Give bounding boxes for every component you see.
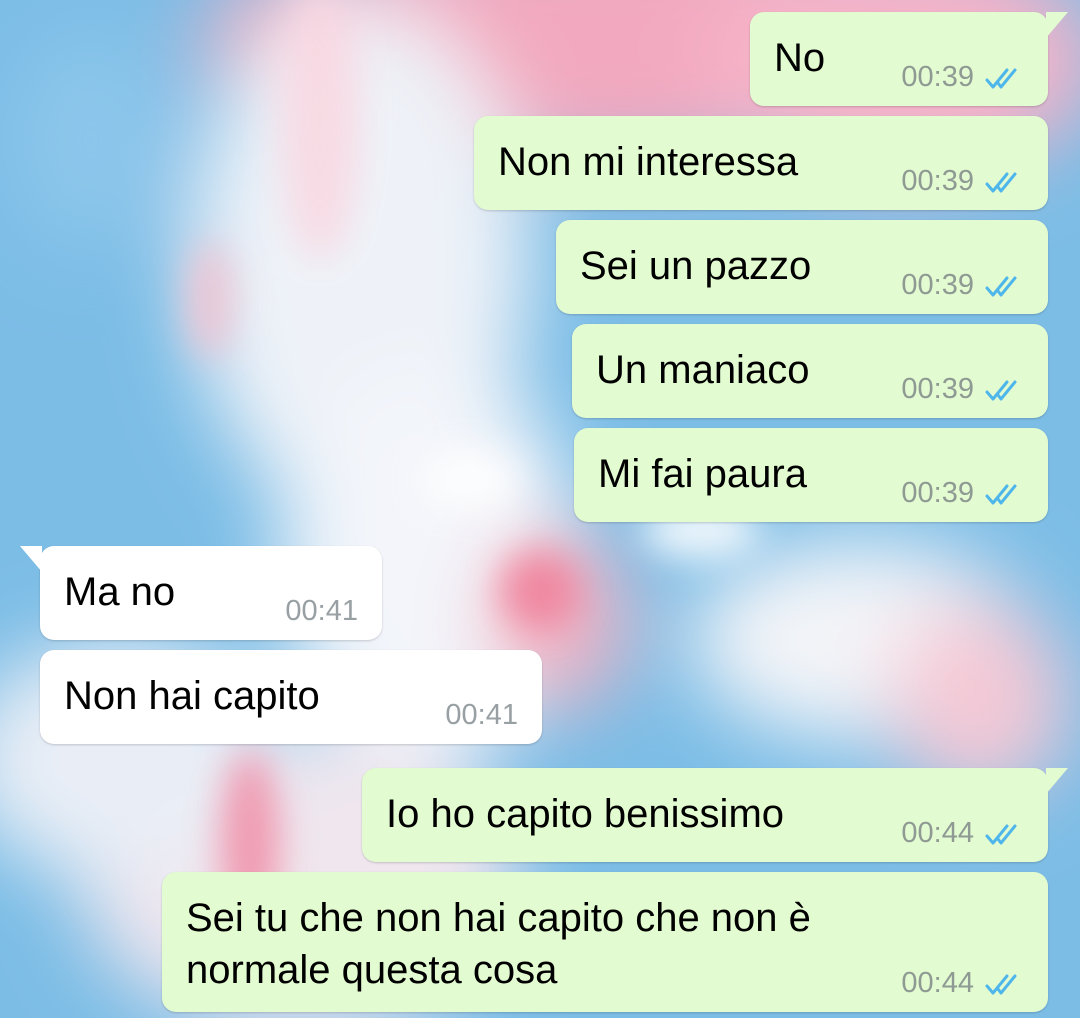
double-check-icon bbox=[985, 484, 1017, 504]
message-text: Io ho capito benissimo bbox=[386, 792, 785, 836]
message-timestamp: 00:39 bbox=[901, 61, 974, 93]
message-meta: 00:39 bbox=[901, 373, 1024, 406]
message-meta: 00:39 bbox=[901, 269, 1024, 302]
message-text: Non mi interessa bbox=[498, 140, 799, 184]
message-bubble-outgoing[interactable]: Io ho capito benissimo 00:44 bbox=[362, 768, 1068, 862]
message-meta: 00:41 bbox=[285, 595, 358, 628]
message-text: Sei un pazzo bbox=[580, 244, 812, 288]
message-timestamp: 00:39 bbox=[901, 477, 974, 509]
message-timestamp: 00:44 bbox=[901, 817, 974, 849]
message-meta: 00:44 bbox=[901, 967, 1024, 1000]
message-meta: 00:41 bbox=[445, 699, 518, 732]
message-meta: 00:39 bbox=[901, 61, 1024, 94]
message-timestamp: 00:39 bbox=[901, 269, 974, 301]
double-check-icon bbox=[985, 172, 1017, 192]
message-text: Sei tu che non hai capito che non è norm… bbox=[186, 896, 811, 992]
message-meta: 00:39 bbox=[901, 165, 1024, 198]
message-text: Mi fai paura bbox=[598, 452, 807, 496]
message-bubble-outgoing[interactable]: Un maniaco 00:39 bbox=[572, 324, 1048, 418]
double-check-icon bbox=[985, 974, 1017, 994]
message-text: No bbox=[774, 36, 826, 80]
message-timestamp: 00:44 bbox=[901, 967, 974, 999]
double-check-icon bbox=[985, 276, 1017, 296]
message-bubble-outgoing[interactable]: Sei un pazzo 00:39 bbox=[556, 220, 1048, 314]
double-check-icon bbox=[985, 68, 1017, 88]
double-check-icon bbox=[985, 824, 1017, 844]
message-bubble-incoming[interactable]: Non hai capito 00:41 bbox=[40, 650, 542, 744]
message-timestamp: 00:41 bbox=[445, 699, 518, 731]
message-text: Un maniaco bbox=[596, 348, 810, 392]
message-bubble-incoming[interactable]: Ma no 00:41 bbox=[20, 546, 382, 640]
message-bubble-outgoing[interactable]: Non mi interessa 00:39 bbox=[474, 116, 1048, 210]
message-meta: 00:39 bbox=[901, 477, 1024, 510]
message-text: Ma no bbox=[64, 570, 176, 614]
double-check-icon bbox=[985, 380, 1017, 400]
message-bubble-outgoing[interactable]: Mi fai paura 00:39 bbox=[574, 428, 1048, 522]
message-meta: 00:44 bbox=[901, 817, 1024, 850]
message-timestamp: 00:39 bbox=[901, 373, 974, 405]
message-bubble-outgoing[interactable]: No 00:39 bbox=[750, 12, 1068, 106]
message-timestamp: 00:41 bbox=[285, 595, 358, 627]
message-timestamp: 00:39 bbox=[901, 165, 974, 197]
message-text: Non hai capito bbox=[64, 674, 320, 718]
message-bubble-outgoing[interactable]: Sei tu che non hai capito che non è norm… bbox=[162, 872, 1048, 1012]
